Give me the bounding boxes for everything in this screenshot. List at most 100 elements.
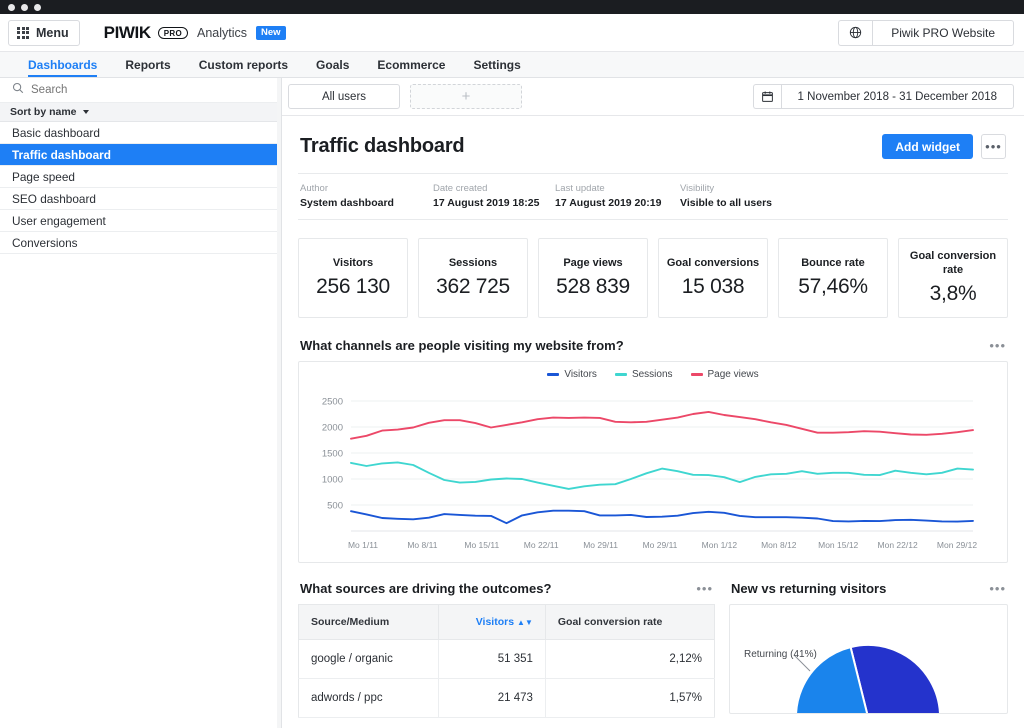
nav-item-settings[interactable]: Settings [459,52,534,77]
sources-table: Source/Medium Visitors ▲▼ Goal conversion… [298,604,715,718]
window-maximize-dot[interactable] [34,3,41,11]
kpi-cards: Visitors 256 130 Sessions 362 725 Page v… [298,238,1008,318]
visitors-widget-title: New vs returning visitors [731,581,887,596]
segment-toolbar: All users + 1 November 2018 - 31 Decembe… [282,78,1024,116]
legend-label: Visitors [564,369,597,380]
nav-item-ecommerce[interactable]: Ecommerce [363,52,459,77]
sources-widget-title: What sources are driving the outcomes? [300,581,552,596]
meta-visibility-value: Visible to all users [680,197,773,209]
sidebar-item-user-engagement[interactable]: User engagement [0,210,281,232]
column-visitors-label: Visitors [475,616,515,628]
sidebar-item-seo-dashboard[interactable]: SEO dashboard [0,188,281,210]
cell-goal-conversion-rate: 1,57% [545,678,715,718]
page-actions: Add widget ••• [882,134,1006,159]
cell-source: adwords / ppc [298,678,439,718]
svg-text:Mo 22/11: Mo 22/11 [524,540,559,550]
column-source-medium[interactable]: Source/Medium [298,604,439,640]
new-vs-returning-widget: New vs returning visitors ••• Returning … [729,581,1008,718]
channels-widget-more-button[interactable]: ••• [989,339,1006,352]
legend-item-visitors[interactable]: Visitors [547,369,597,380]
kpi-label: Page views [563,256,623,269]
add-segment-button[interactable]: + [410,84,522,109]
meta-last-update-label: Last update [555,183,605,194]
kpi-card-bounce-rate: Bounce rate 57,46% [778,238,888,318]
legend-swatch-page-views [690,373,703,376]
legend-item-sessions[interactable]: Sessions [614,369,673,380]
sort-by-name-control[interactable]: Sort by name [0,103,281,122]
sidebar-scrollbar[interactable] [277,78,281,728]
nav-item-dashboards[interactable]: Dashboards [14,52,111,77]
svg-text:Mon 15/12: Mon 15/12 [818,540,858,550]
globe-icon[interactable] [838,19,873,46]
legend-item-page-views[interactable]: Page views [690,369,759,380]
svg-text:Mon 29/12: Mon 29/12 [937,540,977,550]
dashboard-more-button[interactable]: ••• [981,134,1006,159]
brand-piwik-text: PIWIK [103,22,152,42]
channels-widget-title: What channels are people visiting my web… [300,338,624,353]
svg-text:500: 500 [327,501,343,512]
kpi-label: Sessions [448,256,498,269]
meta-visibility-label: Visibility [680,183,715,194]
menu-button[interactable]: Menu [8,19,80,46]
sources-widget-more-button[interactable]: ••• [696,582,713,595]
main-content: All users + 1 November 2018 - 31 Decembe… [282,78,1024,728]
visitors-widget-more-button[interactable]: ••• [989,582,1006,595]
sidebar-item-conversions[interactable]: Conversions [0,232,281,254]
site-selector[interactable]: Piwik PRO Website [838,19,1014,46]
meta-last-update-value: 17 August 2019 20:19 [555,197,662,209]
dashboard-metadata: Author System dashboard Date created 17 … [298,173,1008,220]
cell-source: google / organic [298,639,439,679]
segment-all-users[interactable]: All users [288,84,400,109]
dashboards-sidebar: Sort by name Basic dashboard Traffic das… [0,78,282,728]
chart-legend: Visitors Sessions Page views [299,362,1007,382]
svg-text:Mon 8/12: Mon 8/12 [761,540,797,550]
search-input[interactable] [31,84,231,96]
main-nav: Dashboards Reports Custom reports Goals … [0,52,1024,78]
page-header: Traffic dashboard Add widget ••• [298,116,1008,159]
kpi-card-goal-conversions: Goal conversions 15 038 [658,238,768,318]
sidebar-item-page-speed[interactable]: Page speed [0,166,281,188]
date-range-label[interactable]: 1 November 2018 - 31 December 2018 [780,84,1014,109]
column-goal-conversion-rate[interactable]: Goal conversion rate [545,604,715,640]
sidebar-item-basic-dashboard[interactable]: Basic dashboard [0,122,281,144]
meta-date-created-label: Date created [433,183,488,194]
table-row[interactable]: google / organic 51 351 2,12% [298,639,715,679]
meta-author: Author System dashboard [300,183,433,209]
svg-text:Mo 15/11: Mo 15/11 [464,540,499,550]
legend-swatch-visitors [547,373,560,376]
dashboard-body: Traffic dashboard Add widget ••• Author … [282,116,1024,728]
column-visitors[interactable]: Visitors ▲▼ [438,604,546,640]
cell-visitors: 51 351 [438,639,546,679]
meta-author-label: Author [300,183,328,194]
nav-item-custom-reports[interactable]: Custom reports [185,52,302,77]
grid-icon [17,26,29,39]
legend-label: Sessions [631,369,673,380]
sidebar-search-row[interactable] [0,78,281,103]
sources-widget: What sources are driving the outcomes? •… [298,581,715,718]
calendar-icon[interactable] [752,84,781,109]
channels-line-chart[interactable]: 500 1000 1500 2000 2500 Mo 1/11 Mo 8/11 Mo 15/1… [299,382,987,557]
visitors-widget-header: New vs returning visitors ••• [729,581,1008,596]
kpi-card-goal-conversion-rate: Goal conversion rate 3,8% [898,238,1008,318]
channels-widget-header: What channels are people visiting my web… [298,338,1008,353]
svg-text:Mo 29/11: Mo 29/11 [583,540,618,550]
kpi-label: Visitors [332,256,374,269]
add-widget-button[interactable]: Add widget [882,134,973,159]
meta-author-value: System dashboard [300,197,394,209]
meta-last-update: Last update 17 August 2019 20:19 [555,183,680,209]
kpi-label: Goal conversion rate [909,250,997,276]
cell-visitors: 21 473 [438,678,546,718]
nav-item-reports[interactable]: Reports [111,52,184,77]
brand-product-name: Analytics [197,25,248,40]
sidebar-item-traffic-dashboard[interactable]: Traffic dashboard [0,144,281,166]
window-close-dot[interactable] [8,3,15,11]
date-range-picker[interactable]: 1 November 2018 - 31 December 2018 [752,84,1014,109]
nav-item-goals[interactable]: Goals [302,52,363,77]
site-name-label[interactable]: Piwik PRO Website [872,19,1014,46]
sort-icon: ▲▼ [517,618,533,627]
new-badge: New [256,25,286,40]
kpi-card-visitors: Visitors 256 130 [298,238,408,318]
table-row[interactable]: adwords / ppc 21 473 1,57% [298,678,715,718]
sort-by-name-label: Sort by name [10,106,77,118]
window-minimize-dot[interactable] [21,3,28,11]
